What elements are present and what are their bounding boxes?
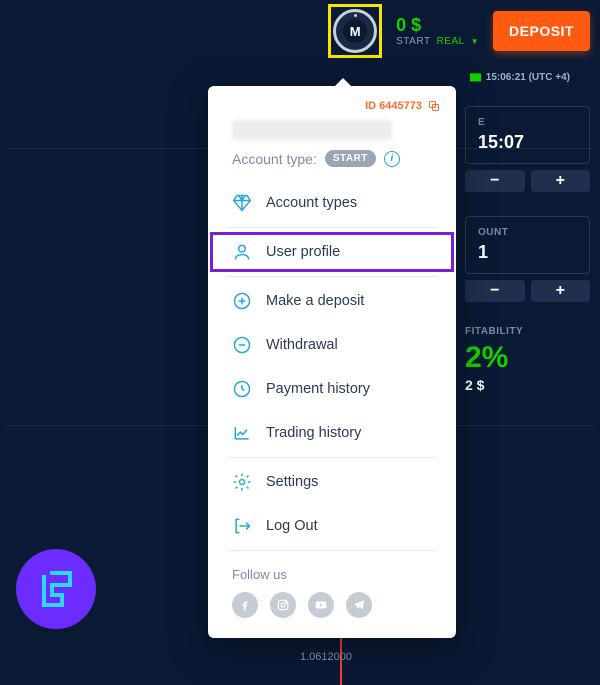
menu-make-deposit[interactable]: Make a deposit [208, 279, 456, 323]
menu-label: Trading history [266, 425, 361, 441]
menu-separator [228, 457, 436, 458]
youtube-icon[interactable] [308, 592, 334, 618]
telegram-icon[interactable] [346, 592, 372, 618]
menu-label: Payment history [266, 381, 370, 397]
menu-separator [228, 550, 436, 551]
follow-us-block: Follow us [208, 553, 456, 618]
account-dropdown: ID 6445773 Account type: START i Account… [208, 86, 456, 638]
time-plus-button[interactable]: + [531, 170, 591, 192]
brand-logo [16, 549, 96, 629]
balance-status-row: START REAL ▼ [396, 36, 479, 47]
avatar-highlight: M [328, 4, 382, 58]
menu-log-out[interactable]: Log Out [208, 504, 456, 548]
account-type-row: Account type: START i [208, 150, 456, 181]
instagram-icon[interactable] [270, 592, 296, 618]
amount-plus-button[interactable]: + [531, 280, 591, 302]
server-time-text: 15:06:21 (UTC +4) [486, 72, 570, 83]
account-id-row: ID 6445773 [208, 100, 456, 120]
avatar-button[interactable]: M [333, 9, 377, 53]
time-box[interactable]: E 15:07 [465, 106, 590, 164]
amount-box[interactable]: OUNT 1 [465, 216, 590, 274]
chevron-down-icon: ▼ [471, 37, 479, 46]
profitability-panel: FITABILITY 2% 2 $ [465, 326, 590, 393]
menu-payment-history[interactable]: Payment history [208, 367, 456, 411]
info-icon[interactable]: i [384, 151, 400, 167]
menu-separator [228, 276, 436, 277]
time-value: 15:07 [478, 132, 577, 153]
logout-icon [232, 516, 252, 536]
follow-us-label: Follow us [232, 567, 432, 582]
balance-amount: 0 $ [396, 15, 421, 36]
avatar-letter: M [343, 19, 367, 43]
menu-label: Account types [266, 195, 357, 211]
time-panel: E 15:07 − + [465, 106, 590, 206]
minus-circle-icon [232, 335, 252, 355]
account-id: ID 6445773 [365, 100, 422, 112]
menu-label: Make a deposit [266, 293, 364, 309]
gear-icon [232, 472, 252, 492]
amount-label: OUNT [478, 227, 577, 238]
clock-icon [232, 379, 252, 399]
facebook-icon[interactable] [232, 592, 258, 618]
profitability-amount: 2 $ [465, 377, 590, 393]
time-minus-button[interactable]: − [465, 170, 525, 192]
amount-minus-button[interactable]: − [465, 280, 525, 302]
copy-icon[interactable] [428, 100, 440, 112]
menu-label: Settings [266, 474, 318, 490]
profitability-label: FITABILITY [465, 326, 590, 337]
social-row [232, 592, 432, 618]
user-icon [232, 242, 252, 262]
account-type-badge: START [325, 150, 376, 167]
menu-separator [228, 227, 436, 228]
amount-value: 1 [478, 242, 577, 263]
menu-withdrawal[interactable]: Withdrawal [208, 323, 456, 367]
amount-panel: OUNT 1 − + [465, 216, 590, 316]
menu-label: Log Out [266, 518, 318, 534]
profitability-pct: 2% [465, 341, 590, 375]
diamond-icon [232, 193, 252, 213]
status-real: REAL [436, 36, 464, 47]
menu-trading-history[interactable]: Trading history [208, 411, 456, 455]
chart-icon [232, 423, 252, 443]
menu-label: User profile [266, 244, 340, 260]
server-time: ▮▮▮ 15:06:21 (UTC +4) [469, 72, 570, 83]
account-type-label: Account type: [232, 151, 317, 167]
menu-label: Withdrawal [266, 337, 338, 353]
time-label: E [478, 117, 577, 128]
amount-stepper: − + [465, 280, 590, 302]
menu-settings[interactable]: Settings [208, 460, 456, 504]
time-stepper: − + [465, 170, 590, 192]
deposit-button[interactable]: DEPOSIT [493, 11, 590, 51]
username-redacted [232, 120, 392, 140]
menu-account-types[interactable]: Account types [208, 181, 456, 225]
balance-block[interactable]: 0 $ START REAL ▼ [396, 15, 479, 47]
status-start: START [396, 36, 430, 47]
account-username [208, 120, 456, 150]
menu-user-profile[interactable]: User profile [208, 230, 456, 274]
top-bar: M 0 $ START REAL ▼ DEPOSIT [0, 0, 600, 62]
plus-circle-icon [232, 291, 252, 311]
chart-x-value: 1.0612000 [300, 651, 352, 663]
signal-icon: ▮▮▮ [469, 72, 480, 83]
